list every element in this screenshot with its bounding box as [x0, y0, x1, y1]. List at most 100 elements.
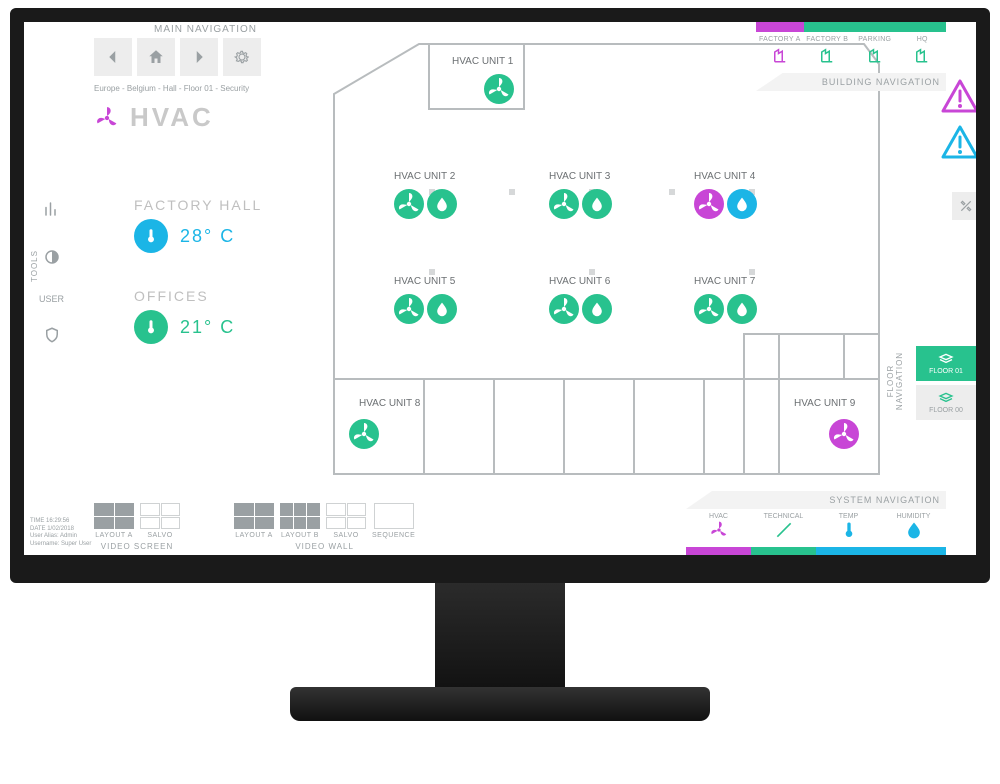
temp-offices-value: 21° C — [180, 317, 235, 338]
building-nav-parking[interactable]: PARKING — [851, 34, 899, 69]
floor-nav-title: FLOOR NAVIGATION — [886, 352, 904, 410]
status-time: TIME 16:29:56 — [30, 518, 91, 526]
page-title-text: HVAC — [130, 102, 214, 133]
temperature-panel: FACTORY HALL 28° C OFFICES 21° C — [134, 197, 262, 344]
status-block: TIME 16:29:56 DATE 1/02/2018 User Alias:… — [30, 518, 91, 549]
main-nav — [94, 38, 261, 76]
fan-icon — [709, 520, 729, 540]
nav-home-button[interactable] — [137, 38, 175, 76]
temp-offices: OFFICES 21° C — [134, 288, 262, 344]
video-screen-layout-a[interactable]: LAYOUT A — [94, 503, 134, 539]
home-icon — [147, 48, 165, 66]
building-nav-title: BUILDING NAVIGATION — [756, 73, 946, 91]
system-nav: SYSTEM NAVIGATION HVAC TECHNICAL TEMP HU… — [686, 491, 946, 555]
alert-critical-icon[interactable] — [940, 77, 980, 117]
video-screen-title: VIDEO SCREEN — [94, 542, 180, 551]
breadcrumb: Europe - Belgium - Hall - Floor 01 - Sec… — [94, 84, 249, 93]
building-nav-factory-b[interactable]: FACTORY B — [804, 34, 852, 69]
floor-nav-floor01[interactable]: FLOOR 01 — [916, 346, 976, 381]
video-wall-panel: LAYOUT A LAYOUT B SALVO SEQUENCE VIDEO W… — [234, 503, 415, 551]
building-icon — [818, 46, 836, 64]
hvac-unit-2[interactable]: HVAC UNIT 2 — [394, 171, 457, 219]
system-nav-technical[interactable]: TECHNICAL — [751, 511, 816, 545]
drop-icon — [904, 520, 924, 540]
building-nav: FACTORY A FACTORY B PARKING HQ BUILDING … — [756, 22, 946, 91]
svg-text:HVAC UNIT 8: HVAC UNIT 8 — [359, 398, 421, 409]
hvac-unit-7[interactable]: HVAC UNIT 7 — [694, 276, 757, 324]
hvac-unit-1[interactable]: HVAC UNIT 1 — [452, 56, 514, 104]
bar-chart-icon — [43, 200, 61, 218]
svg-text:HVAC UNIT 2: HVAC UNIT 2 — [394, 171, 456, 182]
svg-text:HVAC UNIT 1: HVAC UNIT 1 — [452, 56, 514, 67]
tool-contrast-button[interactable] — [35, 240, 69, 274]
gear-icon — [233, 48, 251, 66]
hvac-unit-5[interactable]: HVAC UNIT 5 — [394, 276, 457, 324]
right-tools-toggle[interactable] — [952, 192, 980, 220]
tool-chart-button[interactable] — [35, 192, 69, 226]
svg-text:HVAC UNIT 5: HVAC UNIT 5 — [394, 276, 456, 287]
tools-rail: USER — [24, 192, 79, 352]
system-nav-temp[interactable]: TEMP — [816, 511, 881, 545]
power-led-icon — [953, 570, 958, 575]
svg-text:HVAC UNIT 3: HVAC UNIT 3 — [549, 171, 611, 182]
nav-forward-button[interactable] — [180, 38, 218, 76]
alert-warning-icon[interactable] — [940, 123, 980, 163]
video-wall-salvo[interactable]: SALVO — [326, 503, 366, 539]
video-screen-panel: LAYOUT A SALVO VIDEO SCREEN — [94, 503, 180, 551]
video-wall-layout-a[interactable]: LAYOUT A — [234, 503, 274, 539]
monitor-bezel: MAIN NAVIGATION Europe - Belgium - Hall … — [10, 8, 990, 583]
hvac-unit-8[interactable]: HVAC UNIT 8 — [349, 398, 421, 449]
status-alias: User Alias: Admin — [30, 533, 91, 541]
user-section-label: USER — [39, 294, 64, 304]
layers-icon — [938, 352, 954, 366]
system-nav-title: SYSTEM NAVIGATION — [686, 491, 946, 509]
hvac-unit-4[interactable]: HVAC UNIT 4 — [694, 171, 757, 219]
system-nav-hvac[interactable]: HVAC — [686, 511, 751, 545]
tool-user-button[interactable] — [35, 318, 69, 352]
svg-text:HVAC UNIT 7: HVAC UNIT 7 — [694, 276, 756, 287]
floor-plan[interactable]: HVAC UNIT 1 HVAC UNIT 2 HVAC UNIT 3 HVAC… — [324, 34, 884, 484]
temp-offices-label: OFFICES — [134, 288, 262, 304]
svg-text:HVAC UNIT 6: HVAC UNIT 6 — [549, 276, 611, 287]
system-nav-humidity[interactable]: HUMIDITY — [881, 511, 946, 545]
building-icon — [866, 46, 884, 64]
building-icon — [771, 46, 789, 64]
shield-icon — [43, 326, 61, 344]
hvac-unit-6[interactable]: HVAC UNIT 6 — [549, 276, 612, 324]
monitor-frame: MAIN NAVIGATION Europe - Belgium - Hall … — [10, 8, 990, 721]
main-nav-title: MAIN NAVIGATION — [154, 24, 257, 35]
nav-back-button[interactable] — [94, 38, 132, 76]
thermometer-icon — [134, 310, 168, 344]
nav-settings-button[interactable] — [223, 38, 261, 76]
monitor-base — [290, 687, 710, 721]
hvac-unit-3[interactable]: HVAC UNIT 3 — [549, 171, 612, 219]
svg-text:HVAC UNIT 9: HVAC UNIT 9 — [794, 398, 856, 409]
floor-nav-floor00[interactable]: FLOOR 00 — [916, 385, 976, 420]
chevron-left-icon — [104, 48, 122, 66]
screen: MAIN NAVIGATION Europe - Belgium - Hall … — [24, 22, 976, 555]
video-wall-sequence[interactable]: SEQUENCE — [372, 503, 415, 539]
building-nav-hq[interactable]: HQ — [899, 34, 947, 69]
monitor-neck — [435, 583, 565, 693]
thermometer-icon — [134, 219, 168, 253]
thermometer-icon — [839, 520, 859, 540]
building-nav-factory-a[interactable]: FACTORY A — [756, 34, 804, 69]
tools-icon — [959, 199, 973, 213]
fan-icon — [94, 105, 120, 131]
video-screen-salvo[interactable]: SALVO — [140, 503, 180, 539]
temp-hall-label: FACTORY HALL — [134, 197, 262, 213]
layers-icon — [938, 391, 954, 405]
status-user: Username: Super User — [30, 541, 91, 549]
temp-factory-hall: FACTORY HALL 28° C — [134, 197, 262, 253]
building-nav-colorstrip — [756, 22, 946, 32]
svg-text:HVAC UNIT 4: HVAC UNIT 4 — [694, 171, 756, 182]
tools-icon — [774, 520, 794, 540]
video-wall-layout-b[interactable]: LAYOUT B — [280, 503, 320, 539]
floor-nav: FLOOR NAVIGATION FLOOR 01 FLOOR 00 — [916, 342, 976, 424]
hvac-unit-9[interactable]: HVAC UNIT 9 — [794, 398, 859, 449]
status-date: DATE 1/02/2018 — [30, 526, 91, 534]
chevron-right-icon — [190, 48, 208, 66]
building-icon — [913, 46, 931, 64]
page-title: HVAC — [94, 102, 214, 133]
alert-panel — [940, 77, 980, 163]
